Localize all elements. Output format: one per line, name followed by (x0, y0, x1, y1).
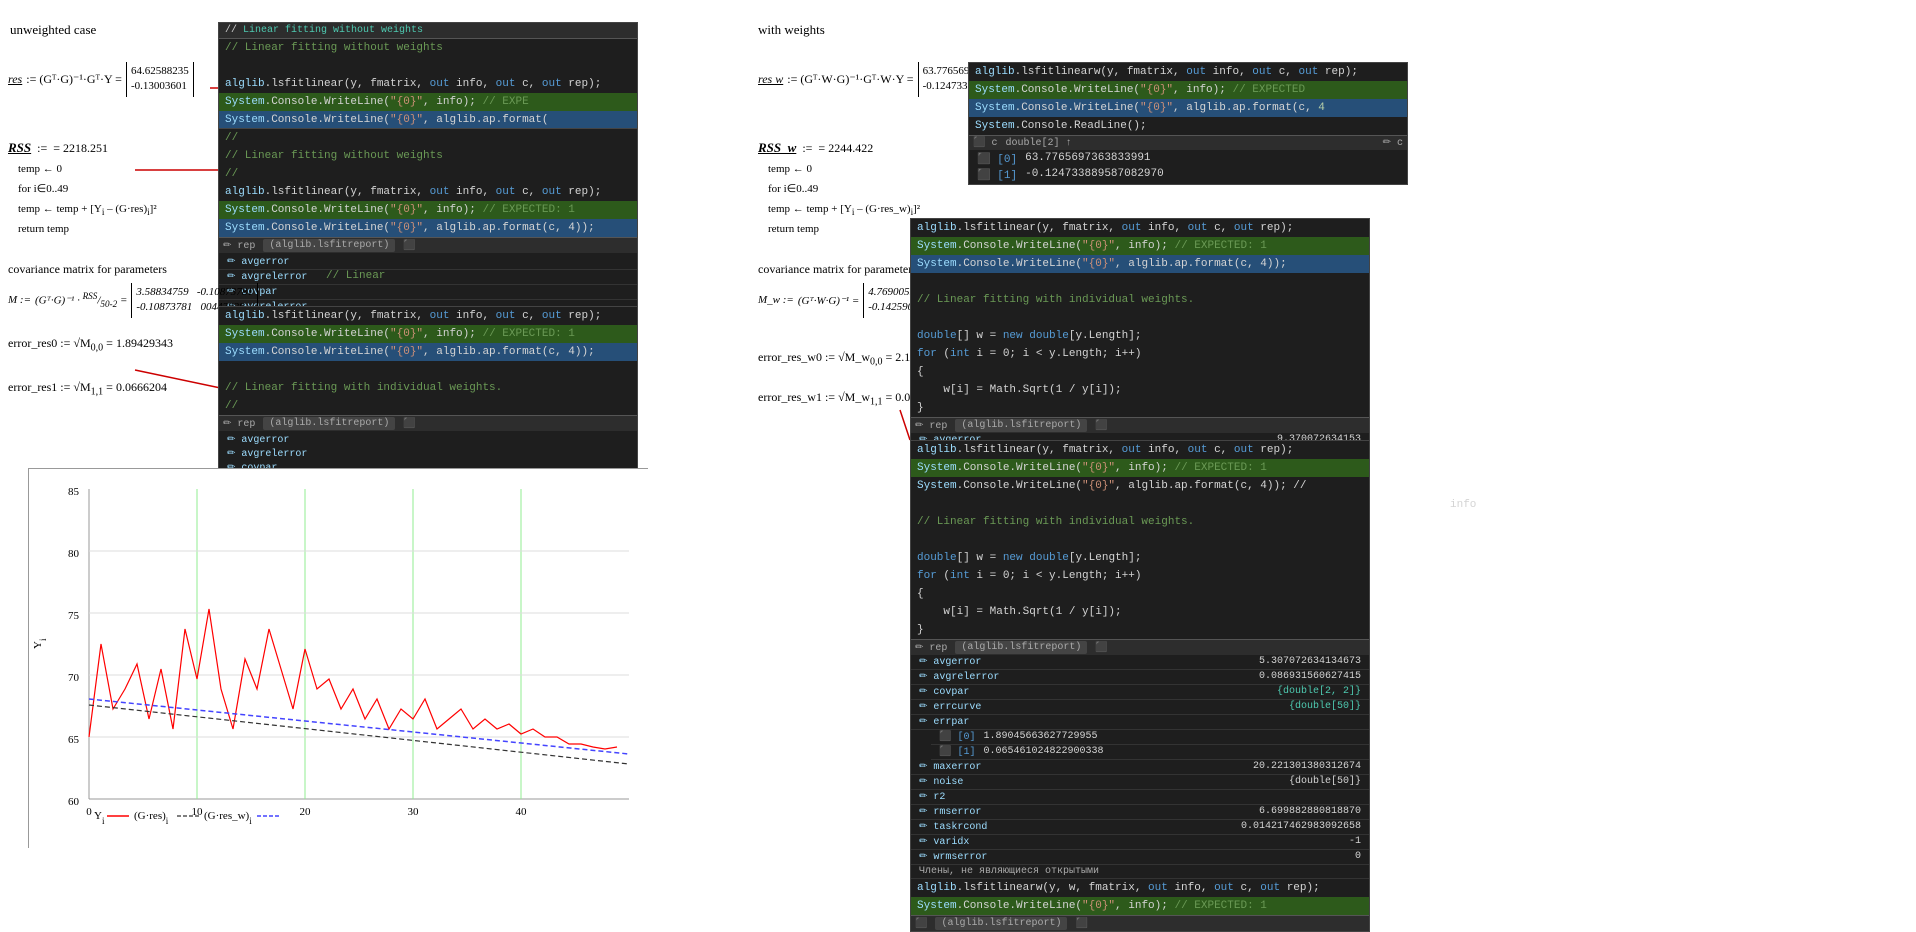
unweighted-label: unweighted case (10, 22, 96, 38)
code-panel-bottom-right: alglib.lsfitlinear(y, fmatrix, out info,… (910, 440, 1370, 932)
svg-text:40: 40 (516, 806, 528, 818)
linear-label: // Linear (326, 270, 385, 282)
rss-section-left: RSS := = 2218.251 temp ← 0 for i∈0..49 t… (8, 140, 157, 240)
rss-w-section-right: RSS_w := = 2244.422 temp ← 0 for i∈0..49… (758, 140, 920, 240)
res-w-formula-right: res w := (Gᵀ·W·G)⁻¹·Gᵀ·W·Y = 63.77656974… (758, 62, 985, 97)
svg-text:65: 65 (68, 734, 80, 746)
error-res0-left: error_res0 := √M0,0 = 1.89429343 (8, 336, 173, 353)
page-container: unweighted case with weights res := (Gᵀ·… (0, 0, 1916, 897)
svg-text:30: 30 (408, 806, 420, 818)
svg-text:85: 85 (68, 486, 80, 498)
svg-text:0: 0 (86, 806, 92, 818)
svg-text:80: 80 (68, 548, 80, 560)
with-weights-label: with weights (758, 22, 825, 38)
svg-text:60: 60 (68, 796, 80, 808)
svg-text:70: 70 (68, 672, 80, 684)
info-label: info (1450, 499, 1476, 511)
res-formula-left: res := (Gᵀ·G)⁻¹·Gᵀ·Y = 64.62588235 -0.13… (8, 62, 194, 97)
code-panel-right-1: alglib.lsfitlinearw(y, fmatrix, out info… (968, 62, 1408, 185)
chart: 85 80 75 70 65 60 0 10 20 30 40 (28, 468, 648, 848)
svg-text:75: 75 (68, 610, 80, 622)
svg-text:20: 20 (300, 806, 312, 818)
error-res1-left: error_res1 := √M1,1 = 0.0666204 (8, 380, 167, 397)
